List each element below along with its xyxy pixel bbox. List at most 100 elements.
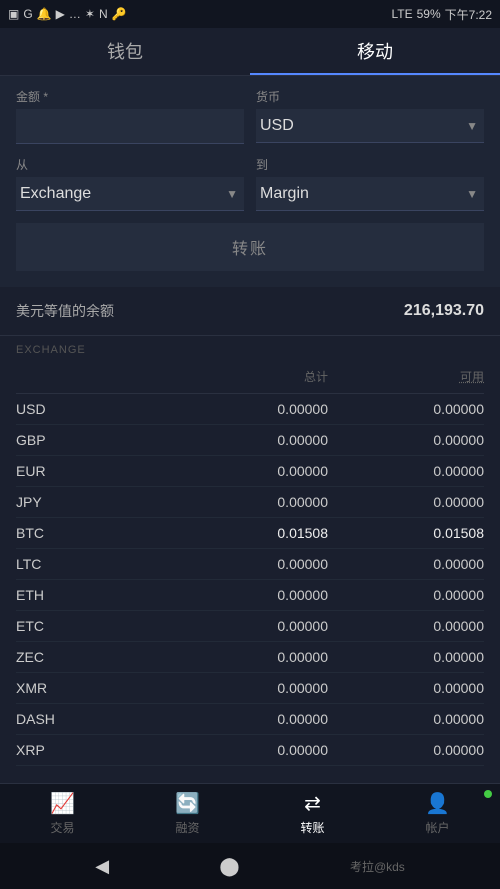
- status-right: LTE 59% 下午7:22: [391, 6, 492, 23]
- bluetooth-icon: ✶: [85, 7, 95, 21]
- amount-input[interactable]: [16, 109, 244, 144]
- table-row: ZEC 0.00000 0.00000: [16, 642, 484, 673]
- balance-label: 美元等值的余额: [16, 301, 114, 321]
- td-available: 0.00000: [328, 680, 484, 696]
- td-total: 0.00000: [172, 432, 328, 448]
- table-row: LTC 0.00000 0.00000: [16, 549, 484, 580]
- status-left: ▣ G 🔔 ▶ … ✶ N 🔑: [8, 7, 127, 21]
- td-name: BTC: [16, 525, 172, 541]
- td-name: USD: [16, 401, 172, 417]
- account-icon: 👤: [425, 791, 450, 816]
- currency-select-wrapper: USD: [256, 109, 484, 143]
- th-name: [16, 368, 172, 385]
- currency-group: 货币 USD: [256, 88, 484, 144]
- td-total: 0.00000: [172, 494, 328, 510]
- td-name: XMR: [16, 680, 172, 696]
- td-total: 0.00000: [172, 618, 328, 634]
- signal-label: LTE: [391, 7, 412, 21]
- td-available: 0.00000: [328, 494, 484, 510]
- td-available: 0.01508: [328, 525, 484, 541]
- td-available: 0.00000: [328, 742, 484, 758]
- th-total: 总计: [172, 368, 328, 385]
- td-available: 0.00000: [328, 649, 484, 665]
- tab-move[interactable]: 移动: [250, 28, 500, 75]
- nfc-icon: N: [99, 7, 108, 21]
- td-available: 0.00000: [328, 463, 484, 479]
- table-row: GBP 0.00000 0.00000: [16, 425, 484, 456]
- notification-icon: 🔔: [37, 7, 52, 21]
- amount-currency-row: 金额 * 货币 USD: [16, 88, 484, 144]
- home-button[interactable]: ⬤: [219, 856, 239, 877]
- td-name: ETC: [16, 618, 172, 634]
- app-icon-1: ▣: [8, 7, 19, 21]
- time-label: 下午7:22: [445, 6, 492, 23]
- to-group: 到 Margin: [256, 156, 484, 211]
- td-available: 0.00000: [328, 401, 484, 417]
- tab-move-label: 移动: [357, 38, 393, 64]
- td-total: 0.00000: [172, 711, 328, 727]
- table-row: EUR 0.00000 0.00000: [16, 456, 484, 487]
- balance-section: 美元等值的余额 216,193.70: [0, 287, 500, 336]
- nav-transfer[interactable]: ⇄ 转账: [250, 784, 375, 843]
- currency-label: 货币: [256, 88, 484, 105]
- to-select-wrapper: Margin: [256, 177, 484, 211]
- transfer-button[interactable]: 转账: [16, 223, 484, 271]
- trade-icon: 📈: [50, 791, 75, 816]
- play-icon: ▶: [56, 7, 65, 21]
- nav-account[interactable]: 👤 帐户: [375, 784, 500, 843]
- td-total: 0.00000: [172, 649, 328, 665]
- table-row: JPY 0.00000 0.00000: [16, 487, 484, 518]
- td-name: GBP: [16, 432, 172, 448]
- top-tabs: 钱包 移动: [0, 28, 500, 76]
- nav-account-label: 帐户: [425, 819, 449, 836]
- transfer-btn-row: 转账: [16, 223, 484, 271]
- status-bar: ▣ G 🔔 ▶ … ✶ N 🔑 LTE 59% 下午7:22: [0, 0, 500, 28]
- transfer-icon: ⇄: [304, 791, 321, 816]
- battery-label: 59%: [417, 7, 441, 21]
- currency-select[interactable]: USD: [256, 109, 484, 143]
- amount-group: 金额 *: [16, 88, 244, 144]
- td-name: DASH: [16, 711, 172, 727]
- back-button[interactable]: ◀: [95, 856, 109, 877]
- table-body: USD 0.00000 0.00000 GBP 0.00000 0.00000 …: [16, 394, 484, 766]
- sys-nav: ◀ ⬤ 考拉@kds: [0, 843, 500, 889]
- td-total: 0.00000: [172, 463, 328, 479]
- table-row: XRP 0.00000 0.00000: [16, 735, 484, 766]
- nav-fund-label: 融资: [175, 819, 199, 836]
- td-name: ZEC: [16, 649, 172, 665]
- td-available: 0.00000: [328, 432, 484, 448]
- td-name: LTC: [16, 556, 172, 572]
- nav-trade-label: 交易: [50, 819, 74, 836]
- th-available: 可用: [328, 368, 484, 385]
- table-row: DASH 0.00000 0.00000: [16, 704, 484, 735]
- td-available: 0.00000: [328, 618, 484, 634]
- exchange-section-label: EXCHANGE: [16, 336, 484, 360]
- td-name: EUR: [16, 463, 172, 479]
- table-row: BTC 0.01508 0.01508: [16, 518, 484, 549]
- td-available: 0.00000: [328, 711, 484, 727]
- to-label: 到: [256, 156, 484, 173]
- tab-wallet[interactable]: 钱包: [0, 28, 250, 75]
- from-to-row: 从 Exchange 到 Margin: [16, 156, 484, 211]
- nav-transfer-label: 转账: [300, 819, 324, 836]
- from-group: 从 Exchange: [16, 156, 244, 211]
- table-row: ETH 0.00000 0.00000: [16, 580, 484, 611]
- to-select[interactable]: Margin: [256, 177, 484, 211]
- fund-icon: 🔄: [175, 791, 200, 816]
- from-select-wrapper: Exchange: [16, 177, 244, 211]
- account-online-dot: [484, 790, 492, 798]
- td-total: 0.00000: [172, 680, 328, 696]
- bottom-nav: 📈 交易 🔄 融资 ⇄ 转账 👤 帐户: [0, 783, 500, 843]
- td-name: ETH: [16, 587, 172, 603]
- td-name: XRP: [16, 742, 172, 758]
- nav-trade[interactable]: 📈 交易: [0, 784, 125, 843]
- td-available: 0.00000: [328, 556, 484, 572]
- from-label: 从: [16, 156, 244, 173]
- table-row: XMR 0.00000 0.00000: [16, 673, 484, 704]
- dots: …: [69, 7, 81, 21]
- from-select[interactable]: Exchange: [16, 177, 244, 211]
- balance-value: 216,193.70: [404, 302, 484, 320]
- nav-fund[interactable]: 🔄 融资: [125, 784, 250, 843]
- td-total: 0.00000: [172, 556, 328, 572]
- table-header: 总计 可用: [16, 360, 484, 394]
